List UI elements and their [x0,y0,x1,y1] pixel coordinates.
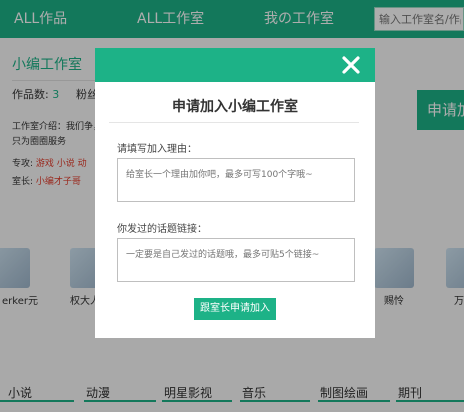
links-field[interactable] [117,238,355,282]
reason-label: 请填写加入理由： [117,144,197,155]
dialog-title: 申请加入小编工作室 [172,99,298,115]
reason-field[interactable] [117,158,355,202]
join-studio-dialog: 申请加入小编工作室 请填写加入理由： 你发过的话题链接： 跟室长申请加入 [95,48,375,338]
submit-application-button[interactable]: 跟室长申请加入 [194,298,276,320]
dialog-header [95,48,375,82]
divider [109,122,359,123]
close-icon[interactable] [339,53,363,77]
links-label: 你发过的话题链接： [117,224,207,235]
